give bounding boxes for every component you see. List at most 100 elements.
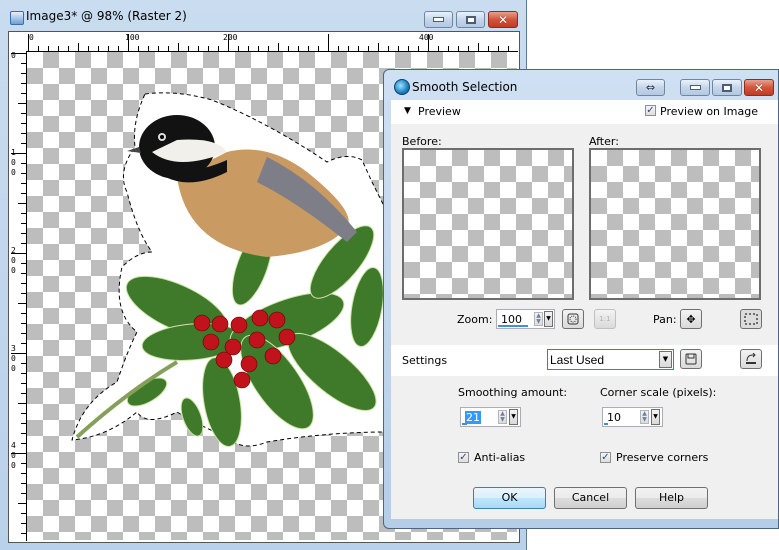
after-preview[interactable] (589, 148, 761, 300)
anti-alias-checkbox[interactable]: ✓ (458, 452, 469, 463)
ruler-tick (408, 46, 409, 51)
dialog-minimize-button[interactable] (680, 79, 710, 96)
smoothing-dropdown-button[interactable]: ▼ (509, 409, 518, 425)
ruler-tick (21, 63, 26, 64)
ruler-tick (11, 453, 26, 454)
ruler-tick (21, 393, 26, 394)
ruler-tick (18, 103, 26, 104)
preview-on-image-checkbox[interactable]: ✓ (645, 105, 656, 116)
ruler-tick (21, 73, 26, 74)
save-preset-button[interactable] (680, 349, 702, 369)
close-button[interactable]: ✕ (488, 11, 518, 28)
ruler-tick (21, 513, 26, 514)
image-window-title: Image3* @ 98% (Raster 2) (26, 9, 187, 23)
dialog-app-icon (394, 79, 410, 95)
dialog-title: Smooth Selection (412, 80, 518, 94)
settings-dropdown-button[interactable]: ▼ (659, 351, 672, 368)
dialog-maximize-button[interactable] (712, 79, 742, 96)
ruler-tick (21, 133, 26, 134)
ruler-tick (278, 43, 279, 51)
ruler-tick (21, 263, 26, 264)
smoothing-amount-field[interactable]: 21 ▲ ▼ ▼ (460, 407, 521, 427)
ruler-label-400: 400 (419, 33, 434, 42)
ruler-tick (21, 183, 26, 184)
ruler-tick (198, 46, 199, 51)
vertical-ruler: 0 1 0 0 2 0 0 3 0 0 4 0 0 (10, 51, 27, 541)
ruler-tick (168, 46, 169, 51)
ruler-tick (148, 46, 149, 51)
check-icon: ✓ (459, 452, 468, 463)
ruler-tick (21, 243, 26, 244)
ruler-tick (298, 46, 299, 51)
preserve-corners-checkbox[interactable]: ✓ (600, 452, 611, 463)
ruler-tick (11, 253, 26, 254)
smoothing-spin-arrows[interactable]: ▲ ▼ (498, 410, 507, 424)
maximize-icon (722, 83, 732, 92)
ruler-tick (508, 46, 509, 51)
check-icon: ✓ (601, 452, 610, 463)
smoothing-amount-value: 21 (465, 411, 481, 424)
minimize-button[interactable] (424, 11, 453, 28)
dialog-close-button[interactable]: ✕ (744, 79, 774, 96)
settings-band: Settings Last Used ▼ (391, 345, 778, 376)
ruler-tick (21, 273, 26, 274)
preview-on-image-label[interactable]: Preview on Image (660, 105, 758, 118)
ruler-tick (208, 46, 209, 51)
ruler-tick (21, 463, 26, 464)
actual-size-icon: 1:1 (599, 315, 611, 323)
ruler-tick (21, 143, 26, 144)
cancel-button[interactable]: Cancel (554, 487, 627, 509)
zoom-fit-button[interactable] (562, 309, 584, 329)
ruler-tick (418, 46, 419, 51)
ruler-tick (21, 533, 26, 534)
preview-section-label[interactable]: Preview (418, 105, 461, 118)
marquee-icon (744, 313, 758, 325)
anti-alias-label[interactable]: Anti-alias (474, 451, 525, 464)
ruler-tick (188, 46, 189, 51)
actual-size-button[interactable]: 1:1 (594, 309, 616, 329)
resize-dialog-button[interactable]: ⇔ (636, 79, 665, 96)
vruler-label-300: 3 0 0 (11, 344, 16, 373)
corner-scale-field[interactable]: 10 ▲ ▼ ▼ (602, 407, 663, 427)
ruler-tick (218, 46, 219, 51)
corner-dropdown-button[interactable]: ▼ (651, 409, 660, 425)
ruler-tick (21, 483, 26, 484)
horizontal-ruler: 0 100 200 400 (26, 33, 518, 52)
ruler-tick (11, 153, 26, 154)
zoom-dropdown-button[interactable]: ▼ (544, 311, 553, 327)
ruler-label-200: 200 (223, 33, 238, 42)
ruler-tick (21, 493, 26, 494)
settings-combobox[interactable]: Last Used ▼ (547, 349, 674, 370)
zoom-field[interactable]: 100 ▲ ▼ ▼ (496, 309, 555, 329)
ruler-tick (21, 223, 26, 224)
help-button[interactable]: Help (635, 487, 708, 509)
corner-spin-arrows[interactable]: ▲ ▼ (640, 410, 649, 424)
reset-icon (746, 353, 756, 364)
preserve-corners-label[interactable]: Preserve corners (616, 451, 708, 464)
collapse-preview-icon[interactable]: ▼ (404, 106, 411, 116)
ruler-tick (158, 46, 159, 51)
ruler-tick (468, 46, 469, 51)
ruler-tick (18, 203, 26, 204)
settings-value: Last Used (550, 353, 605, 367)
marquee-button[interactable] (740, 309, 762, 329)
pan-button[interactable]: ✥ (680, 309, 702, 329)
ruler-tick (21, 233, 26, 234)
maximize-button[interactable] (456, 11, 485, 28)
before-label: Before: (402, 135, 442, 148)
before-preview[interactable] (402, 148, 574, 300)
ruler-tick (178, 43, 179, 51)
reset-button[interactable] (740, 349, 762, 369)
zoom-label: Zoom: (457, 313, 493, 326)
ruler-tick (448, 46, 449, 51)
ruler-tick (21, 413, 26, 414)
ruler-tick (21, 193, 26, 194)
zoom-spin-arrows[interactable]: ▲ ▼ (534, 312, 543, 326)
ruler-tick (378, 43, 379, 51)
ruler-tick (21, 163, 26, 164)
corner-scale-bar (604, 423, 608, 425)
image-document-icon (10, 11, 24, 25)
ruler-tick (21, 343, 26, 344)
ok-button[interactable]: OK (473, 487, 546, 509)
ruler-tick (58, 46, 59, 51)
